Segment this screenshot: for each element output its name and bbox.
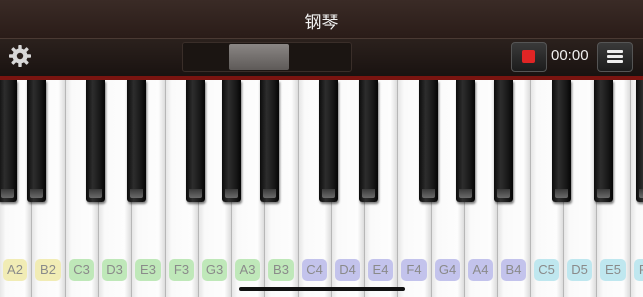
piano-keyboard: A2 B2 C3 D3 E3 F3 G3 A3 B3 C4 D4 E4 F4 G4 A4 B4 C5 D5 E5 F5 xyxy=(0,80,643,297)
title-bar: 钢琴 xyxy=(0,0,643,38)
black-key[interactable] xyxy=(260,80,279,202)
record-button[interactable] xyxy=(511,42,547,72)
key-label: A4 xyxy=(468,259,493,281)
menu-button[interactable] xyxy=(597,42,633,72)
black-key[interactable] xyxy=(0,80,17,202)
key-label: F4 xyxy=(401,259,427,281)
black-key[interactable] xyxy=(456,80,475,202)
key-label: G4 xyxy=(435,259,460,281)
record-stop-icon xyxy=(522,50,535,63)
key-label: F5 xyxy=(634,259,643,281)
gear-icon[interactable] xyxy=(8,44,32,68)
key-label: B3 xyxy=(268,259,294,281)
key-label: F3 xyxy=(169,259,194,281)
key-label: B4 xyxy=(501,259,526,281)
key-label: A2 xyxy=(3,259,27,281)
black-key[interactable] xyxy=(359,80,378,202)
key-label: C5 xyxy=(534,259,559,281)
black-key[interactable] xyxy=(419,80,438,202)
black-key[interactable] xyxy=(636,80,643,202)
black-key[interactable] xyxy=(222,80,241,202)
black-key[interactable] xyxy=(86,80,105,202)
home-indicator xyxy=(239,287,405,291)
hamburger-menu-icon xyxy=(607,50,623,53)
page-title: 钢琴 xyxy=(304,13,339,33)
black-key[interactable] xyxy=(552,80,571,202)
key-label: A3 xyxy=(235,259,260,281)
black-key[interactable] xyxy=(494,80,513,202)
key-label: D3 xyxy=(102,259,127,281)
key-label: E4 xyxy=(368,259,393,281)
key-label: D4 xyxy=(335,259,360,281)
black-key[interactable] xyxy=(319,80,338,202)
black-key[interactable] xyxy=(127,80,146,202)
key-label: C3 xyxy=(69,259,94,281)
black-key[interactable] xyxy=(186,80,205,202)
key-label: B2 xyxy=(35,259,61,281)
record-timer: 00:00 xyxy=(551,47,589,64)
toolbar: 00:00 xyxy=(0,38,643,77)
keyboard-range-scroller[interactable] xyxy=(182,42,352,72)
key-label: E3 xyxy=(135,259,161,281)
key-label: E5 xyxy=(600,259,626,281)
key-label: C4 xyxy=(302,259,327,281)
scroller-thumb[interactable] xyxy=(229,44,289,70)
key-label: D5 xyxy=(567,259,592,281)
black-key[interactable] xyxy=(594,80,613,202)
key-label: G3 xyxy=(202,259,227,281)
black-key[interactable] xyxy=(27,80,46,202)
